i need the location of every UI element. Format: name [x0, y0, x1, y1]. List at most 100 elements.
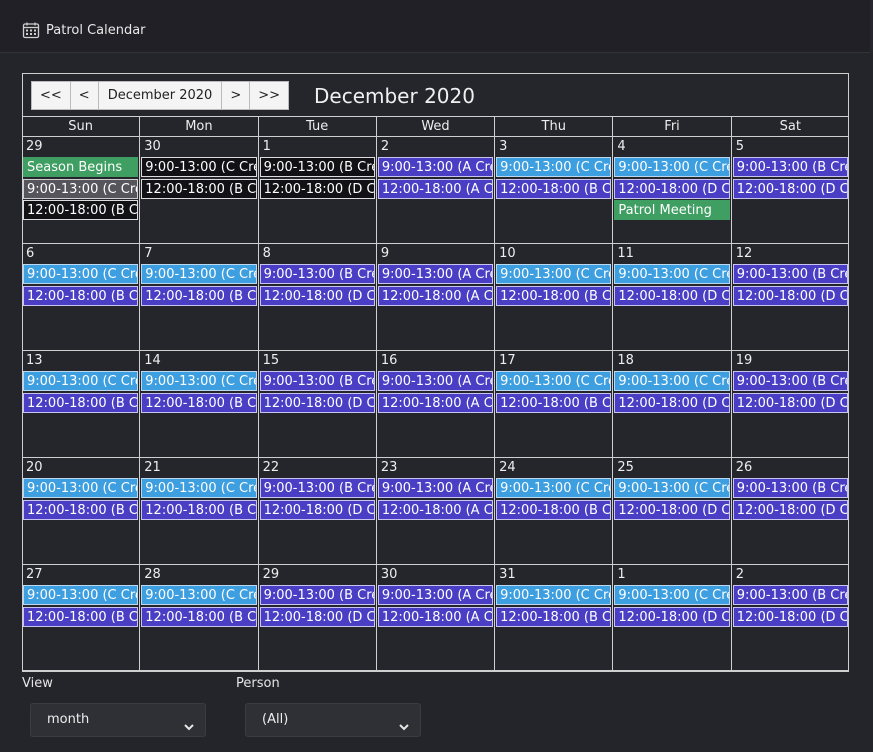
calendar-event[interactable]: 9:00-13:00 (C Crew)	[23, 264, 139, 284]
calendar-event[interactable]: 12:00-18:00 (D Crew)	[614, 286, 730, 306]
calendar-event[interactable]: 12:00-18:00 (D Crew)	[732, 286, 848, 306]
calendar-day-cell[interactable]: 27 9:00-13:00 (C Crew)12:00-18:00 (B Crew…	[22, 565, 141, 671]
calendar-event[interactable]: 9:00-13:00 (C Crew)	[23, 478, 139, 498]
calendar-event[interactable]: 9:00-13:00 (A Crew)	[377, 157, 494, 177]
calendar-event[interactable]: 9:00-13:00 (C Crew)	[496, 585, 612, 605]
calendar-day-cell[interactable]: 28 9:00-13:00 (C Crew)12:00-18:00 (B Crew…	[140, 565, 259, 671]
calendar-event[interactable]: 9:00-13:00 (C Crew)	[496, 157, 612, 177]
calendar-event[interactable]: 9:00-13:00 (C Crew)	[23, 371, 139, 391]
calendar-day-cell[interactable]: 31 9:00-13:00 (C Crew)12:00-18:00 (B Crew…	[495, 565, 614, 671]
calendar-day-cell[interactable]: 3 9:00-13:00 (C Crew)12:00-18:00 (B Crew)	[495, 137, 614, 243]
calendar-event[interactable]: 9:00-13:00 (C Crew)	[141, 157, 257, 177]
calendar-event[interactable]: 9:00-13:00 (B Crew)	[259, 585, 375, 605]
calendar-event[interactable]: 12:00-18:00 (D Crew)	[732, 500, 848, 520]
calendar-event[interactable]: 12:00-18:00 (D Crew)	[614, 607, 730, 627]
calendar-event[interactable]: 12:00-18:00 (B Crew)	[141, 286, 257, 306]
calendar-event[interactable]: 9:00-13:00 (C Crew)	[614, 264, 730, 284]
calendar-event[interactable]: 12:00-18:00 (D Crew)	[259, 607, 375, 627]
calendar-event[interactable]: Season Begins	[23, 157, 139, 177]
next-year-button[interactable]: >>	[250, 82, 289, 109]
calendar-event[interactable]: 9:00-13:00 (A Crew)	[377, 478, 494, 498]
calendar-event[interactable]: 12:00-18:00 (A Crew)	[377, 179, 494, 199]
calendar-event[interactable]: 9:00-13:00 (C Crew)	[614, 371, 730, 391]
calendar-event[interactable]: 12:00-18:00 (D Crew)	[614, 393, 730, 413]
calendar-event[interactable]: Patrol Meeting	[614, 200, 730, 220]
prev-month-button[interactable]: <	[70, 82, 99, 109]
calendar-day-cell[interactable]: 24 9:00-13:00 (C Crew)12:00-18:00 (B Crew…	[495, 458, 614, 564]
calendar-day-cell[interactable]: 2 9:00-13:00 (A Crew)12:00-18:00 (A Crew)	[377, 137, 496, 243]
calendar-event[interactable]: 12:00-18:00 (B Crew)	[23, 286, 139, 306]
calendar-day-cell[interactable]: 30 9:00-13:00 (C Crew)12:00-18:00 (B Crew…	[140, 137, 259, 243]
calendar-event[interactable]: 9:00-13:00 (B Crew)	[732, 264, 848, 284]
calendar-day-cell[interactable]: 25 9:00-13:00 (C Crew)12:00-18:00 (D Crew…	[613, 458, 732, 564]
calendar-day-cell[interactable]: 21 9:00-13:00 (C Crew)12:00-18:00 (B Crew…	[140, 458, 259, 564]
calendar-event[interactable]: 12:00-18:00 (A Crew)	[377, 500, 494, 520]
calendar-day-cell[interactable]: 17 9:00-13:00 (C Crew)12:00-18:00 (B Crew…	[495, 351, 614, 457]
calendar-event[interactable]: 9:00-13:00 (C Crew)	[141, 585, 257, 605]
calendar-day-cell[interactable]: 29 9:00-13:00 (B Crew)12:00-18:00 (D Crew…	[259, 565, 377, 671]
calendar-day-cell[interactable]: 26 9:00-13:00 (B Crew)12:00-18:00 (D Crew…	[732, 458, 849, 564]
calendar-event[interactable]: 12:00-18:00 (A Crew)	[377, 607, 494, 627]
calendar-day-cell[interactable]: 1 9:00-13:00 (C Crew)12:00-18:00 (D Crew)	[613, 565, 732, 671]
calendar-event[interactable]: 9:00-13:00 (B Crew)	[732, 157, 848, 177]
calendar-event[interactable]: 12:00-18:00 (B Crew)	[23, 607, 139, 627]
prev-year-button[interactable]: <<	[32, 82, 71, 109]
calendar-day-cell[interactable]: 29 Season Begins9:00-13:00 (C Crew)12:00-…	[22, 137, 141, 243]
calendar-event[interactable]: 9:00-13:00 (C Crew)	[614, 585, 730, 605]
calendar-day-cell[interactable]: 7 9:00-13:00 (C Crew)12:00-18:00 (B Crew)	[140, 244, 259, 350]
calendar-event[interactable]: 12:00-18:00 (D Crew)	[732, 607, 848, 627]
calendar-event[interactable]: 9:00-13:00 (C Crew)	[496, 371, 612, 391]
next-month-button[interactable]: >	[222, 82, 251, 109]
calendar-day-cell[interactable]: 22 9:00-13:00 (B Crew)12:00-18:00 (D Crew…	[259, 458, 377, 564]
calendar-event[interactable]: 12:00-18:00 (D Crew)	[259, 286, 375, 306]
calendar-event[interactable]: 12:00-18:00 (D Crew)	[732, 393, 848, 413]
calendar-event[interactable]: 12:00-18:00 (B Crew)	[23, 500, 139, 520]
calendar-day-cell[interactable]: 10 9:00-13:00 (C Crew)12:00-18:00 (B Crew…	[495, 244, 614, 350]
calendar-event[interactable]: 9:00-13:00 (B Crew)	[732, 478, 848, 498]
calendar-day-cell[interactable]: 8 9:00-13:00 (B Crew)12:00-18:00 (D Crew)	[259, 244, 377, 350]
calendar-event[interactable]: 12:00-18:00 (B Crew)	[141, 179, 257, 199]
calendar-event[interactable]: 9:00-13:00 (A Crew)	[377, 371, 494, 391]
calendar-event[interactable]: 12:00-18:00 (D Crew)	[259, 179, 375, 199]
calendar-day-cell[interactable]: 12 9:00-13:00 (B Crew)12:00-18:00 (D Crew…	[732, 244, 849, 350]
calendar-event[interactable]: 12:00-18:00 (D Crew)	[614, 179, 730, 199]
calendar-event[interactable]: 12:00-18:00 (A Crew)	[377, 286, 494, 306]
calendar-day-cell[interactable]: 16 9:00-13:00 (A Crew)12:00-18:00 (A Crew…	[377, 351, 496, 457]
calendar-day-cell[interactable]: 15 9:00-13:00 (B Crew)12:00-18:00 (D Crew…	[259, 351, 377, 457]
calendar-event[interactable]: 9:00-13:00 (B Crew)	[259, 371, 375, 391]
calendar-event[interactable]: 12:00-18:00 (D Crew)	[259, 500, 375, 520]
calendar-event[interactable]: 12:00-18:00 (B Crew)	[23, 200, 139, 220]
calendar-day-cell[interactable]: 5 9:00-13:00 (B Crew)12:00-18:00 (D Crew)	[732, 137, 849, 243]
calendar-day-cell[interactable]: 13 9:00-13:00 (C Crew)12:00-18:00 (B Crew…	[22, 351, 141, 457]
calendar-event[interactable]: 9:00-13:00 (C Crew)	[23, 585, 139, 605]
calendar-event[interactable]: 12:00-18:00 (B Crew)	[23, 393, 139, 413]
calendar-day-cell[interactable]: 1 9:00-13:00 (B Crew)12:00-18:00 (D Crew)	[259, 137, 377, 243]
calendar-event[interactable]: 9:00-13:00 (B Crew)	[732, 371, 848, 391]
calendar-event[interactable]: 12:00-18:00 (B Crew)	[496, 393, 612, 413]
calendar-day-cell[interactable]: 4 9:00-13:00 (C Crew)12:00-18:00 (D Crew)…	[613, 137, 732, 243]
calendar-day-cell[interactable]: 23 9:00-13:00 (A Crew)12:00-18:00 (A Crew…	[377, 458, 496, 564]
calendar-event[interactable]: 12:00-18:00 (D Crew)	[732, 179, 848, 199]
calendar-event[interactable]: 9:00-13:00 (B Crew)	[259, 157, 375, 177]
calendar-event[interactable]: 12:00-18:00 (B Crew)	[496, 286, 612, 306]
calendar-event[interactable]: 9:00-13:00 (C Crew)	[23, 179, 139, 199]
calendar-event[interactable]: 12:00-18:00 (B Crew)	[496, 607, 612, 627]
calendar-event[interactable]: 9:00-13:00 (A Crew)	[377, 585, 494, 605]
calendar-event[interactable]: 12:00-18:00 (B Crew)	[141, 500, 257, 520]
person-select[interactable]: (All)	[245, 703, 421, 737]
view-select[interactable]: month	[30, 703, 206, 737]
calendar-event[interactable]: 9:00-13:00 (C Crew)	[496, 264, 612, 284]
calendar-day-cell[interactable]: 6 9:00-13:00 (C Crew)12:00-18:00 (B Crew)	[22, 244, 141, 350]
calendar-event[interactable]: 9:00-13:00 (C Crew)	[614, 478, 730, 498]
calendar-day-cell[interactable]: 19 9:00-13:00 (B Crew)12:00-18:00 (D Crew…	[732, 351, 849, 457]
calendar-event[interactable]: 9:00-13:00 (B Crew)	[259, 264, 375, 284]
calendar-event[interactable]: 12:00-18:00 (D Crew)	[259, 393, 375, 413]
calendar-event[interactable]: 9:00-13:00 (A Crew)	[377, 264, 494, 284]
calendar-event[interactable]: 9:00-13:00 (C Crew)	[496, 478, 612, 498]
calendar-event[interactable]: 9:00-13:00 (C Crew)	[614, 157, 730, 177]
calendar-event[interactable]: 9:00-13:00 (B Crew)	[732, 585, 848, 605]
calendar-event[interactable]: 12:00-18:00 (B Crew)	[496, 500, 612, 520]
calendar-event[interactable]: 9:00-13:00 (B Crew)	[259, 478, 375, 498]
calendar-event[interactable]: 12:00-18:00 (A Crew)	[377, 393, 494, 413]
calendar-day-cell[interactable]: 18 9:00-13:00 (C Crew)12:00-18:00 (D Crew…	[613, 351, 732, 457]
